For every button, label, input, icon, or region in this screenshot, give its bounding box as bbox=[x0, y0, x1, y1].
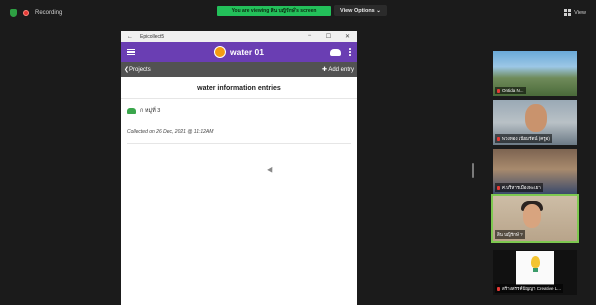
view-label: View bbox=[574, 9, 586, 16]
muted-mic-icon bbox=[497, 185, 500, 190]
app-title-group: water 01 bbox=[213, 46, 265, 58]
zoom-meeting-window: Recording You are viewing สิน บญิรักษ์'s… bbox=[0, 0, 596, 305]
participant-video-face bbox=[523, 204, 541, 228]
add-entry-button[interactable]: ✚ Add entry bbox=[322, 66, 354, 73]
participant-tile[interactable]: สร้างสรรค์ปัญญา Creative L... bbox=[493, 250, 577, 295]
app-header-actions bbox=[330, 48, 351, 56]
lightbulb-base-icon bbox=[533, 268, 538, 272]
entry-title-row: ก หมู่ที่ 3 bbox=[127, 107, 351, 115]
participant-name-tag: สิน บญิรักษ์ ? bbox=[495, 230, 525, 239]
participant-name-tag: พวงทอง เนียมรัตน์ (ครูอ) bbox=[495, 134, 552, 143]
participant-name: สิน บญิรักษ์ ? bbox=[497, 232, 523, 237]
lightbulb-icon bbox=[531, 256, 540, 268]
window-titlebar: ← Epicollect5 − ☐ ✕ bbox=[121, 31, 357, 42]
entry-list-item[interactable]: ก หมู่ที่ 3 Collected on 26 Dec, 2021 @ … bbox=[121, 99, 357, 144]
view-button[interactable]: View bbox=[564, 9, 586, 16]
project-logo-icon bbox=[213, 46, 226, 58]
participant-name-tag: ศ.บริหารเมืองพะเยา bbox=[495, 183, 543, 192]
participant-video-face bbox=[525, 104, 547, 132]
view-options-label: View Options ⌄ bbox=[340, 7, 381, 14]
project-title: water 01 bbox=[229, 47, 265, 57]
recording-indicator: Recording bbox=[10, 9, 62, 17]
window-controls: − ☐ ✕ bbox=[300, 33, 357, 40]
muted-mic-icon bbox=[497, 88, 500, 93]
synced-cloud-icon bbox=[127, 108, 136, 114]
recording-dot-icon bbox=[23, 10, 29, 16]
entry-title: ก หมู่ที่ 3 bbox=[140, 108, 161, 114]
entry-collected-date: Collected on 26 Dec, 2021 @ 11:12AM bbox=[127, 129, 351, 144]
grid-view-icon bbox=[564, 9, 572, 16]
back-arrow-icon[interactable]: ← bbox=[127, 34, 133, 40]
security-shield-icon[interactable] bbox=[10, 9, 17, 17]
participant-name: สร้างสรรค์ปัญญา Creative L... bbox=[502, 286, 562, 291]
hamburger-menu-icon[interactable] bbox=[127, 48, 135, 56]
close-icon[interactable]: ✕ bbox=[338, 33, 357, 40]
participant-name: ศ.บริหารเมืองพะเยา bbox=[502, 185, 541, 190]
maximize-icon[interactable]: ☐ bbox=[319, 33, 338, 40]
participant-tile[interactable]: ศ.บริหารเมืองพะเยา bbox=[493, 149, 577, 194]
participant-tile[interactable]: Ontida N... bbox=[493, 51, 577, 96]
cloud-upload-icon[interactable] bbox=[330, 48, 342, 56]
minimize-icon[interactable]: − bbox=[300, 33, 319, 40]
panel-resize-handle[interactable] bbox=[472, 163, 474, 178]
participant-name: Ontida N... bbox=[502, 88, 524, 93]
participant-tile[interactable]: พวงทอง เนียมรัตน์ (ครูอ) bbox=[493, 100, 577, 145]
participant-tile-active-speaker[interactable]: สิน บญิรักษ์ ? bbox=[491, 194, 579, 243]
projects-back-link[interactable]: ❮Projects bbox=[124, 66, 151, 73]
window-title: Epicollect5 bbox=[140, 33, 165, 40]
participant-name-tag: สร้างสรรค์ปัญญา Creative L... bbox=[495, 284, 564, 293]
entries-heading: water information entries bbox=[121, 77, 357, 99]
more-options-icon[interactable] bbox=[349, 48, 351, 56]
app-header: water 01 bbox=[121, 42, 357, 62]
participant-name: พวงทอง เนียมรัตน์ (ครูอ) bbox=[502, 136, 550, 141]
participant-name-tag: Ontida N... bbox=[495, 87, 526, 94]
recording-label: Recording bbox=[35, 10, 63, 16]
shared-app-window: ← Epicollect5 − ☐ ✕ water 01 ❮Projects ✚… bbox=[121, 31, 357, 305]
muted-mic-icon bbox=[497, 136, 500, 141]
view-options-button[interactable]: View Options ⌄ bbox=[334, 5, 387, 16]
navigation-bar: ❮Projects ✚ Add entry bbox=[121, 62, 357, 77]
screen-share-banner: You are viewing สิน บญิรักษ์'s screen bbox=[217, 6, 331, 16]
muted-mic-icon bbox=[497, 286, 500, 291]
